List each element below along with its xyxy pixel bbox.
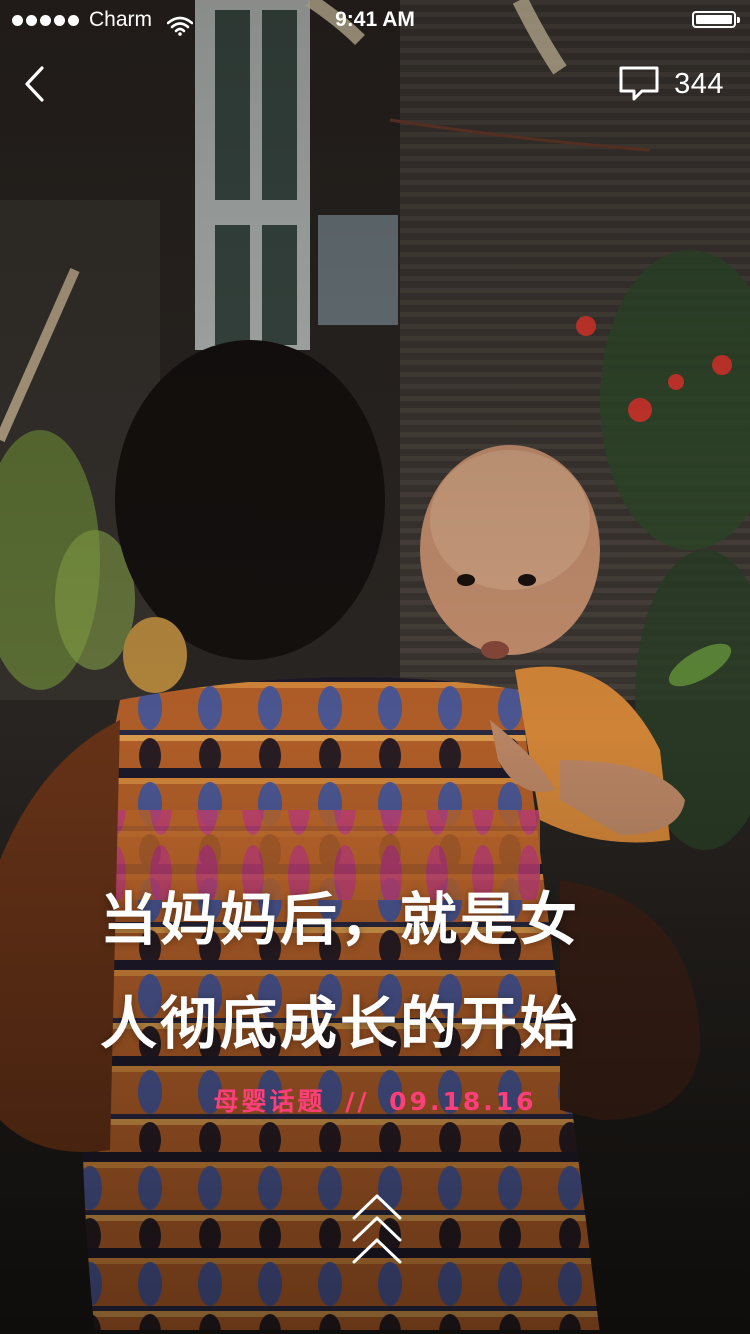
chevron-left-icon — [25, 66, 44, 102]
article-title[interactable]: 当妈妈后，就是女 人彻底成长的开始 — [100, 868, 660, 1076]
comments-button[interactable]: 344 — [618, 64, 724, 104]
article-meta: 母婴话题 // 09.18.16 — [0, 1082, 750, 1118]
category-label[interactable]: 母婴话题 — [213, 1087, 325, 1116]
background-photo — [0, 0, 750, 1334]
speech-bubble-icon — [619, 66, 659, 101]
back-button[interactable] — [18, 62, 58, 106]
status-bar: Charm 9:41 AM — [0, 0, 750, 40]
bottom-edge — [0, 1330, 750, 1334]
meta-separator: // — [345, 1087, 370, 1116]
article-title-line-2: 人彻底成长的开始 — [100, 991, 580, 1057]
publish-date: 09.18.16 — [389, 1087, 537, 1116]
article-title-line-1: 当妈妈后，就是女 — [100, 887, 580, 953]
swipe-up-button[interactable] — [348, 1190, 406, 1268]
comment-count: 344 — [674, 67, 724, 100]
clock: 9:41 AM — [335, 8, 415, 31]
double-chevron-up-icon — [352, 1194, 402, 1264]
battery-icon — [692, 11, 740, 28]
